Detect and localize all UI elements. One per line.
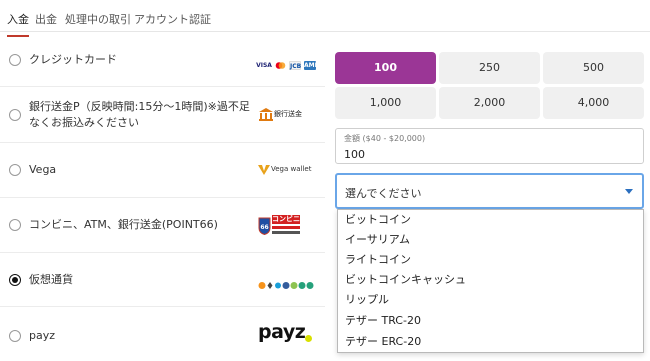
method-label: payz [29,329,56,342]
vega-v-icon [258,165,270,175]
payz-dot-icon [305,335,312,342]
amount-input-label: 金額 ($40 - $20,000) [344,134,426,143]
amount-button-250[interactable]: 250 [439,52,540,84]
deposit-tabs: 入金 出金 処理中の取引 アカウント認証 [0,0,650,37]
bank-transfer-logo: 銀行送金 [259,108,302,122]
option-bitcoin-cash[interactable]: ビットコインキャッシュ [338,270,643,290]
option-tether-erc20[interactable]: テザー ERC-20 [338,332,643,352]
method-label: コンビニ、ATM、銀行送金(POINT66) [29,218,218,231]
currency-dropdown: ビットコイン イーサリアム ライトコイン ビットコインキャッシュ リップル テザ… [337,209,644,353]
radio-credit-card[interactable] [9,54,21,66]
tab-pending-transactions[interactable]: 処理中の取引 [65,11,131,27]
method-crypto[interactable]: 仮想通貨 [0,253,325,307]
amount-button-1000[interactable]: 1,000 [335,87,436,119]
amount-button-100[interactable]: 100 [335,52,436,84]
amount-input[interactable]: 金額 ($40 - $20,000) 100 [335,128,644,164]
amount-button-500[interactable]: 500 [543,52,644,84]
radio-crypto[interactable] [9,274,21,286]
method-label: クレジットカード [29,53,117,66]
tab-withdraw[interactable]: 出金 [35,11,57,27]
method-label: 仮想通貨 [29,273,73,286]
radio-payz[interactable] [9,330,21,342]
convenience-store-logo: 66 コンビニ [258,215,300,237]
svg-text:66: 66 [260,224,268,231]
currency-select-value: 選んでください [345,187,422,200]
method-vega[interactable]: Vega Vega wallet [0,143,325,198]
radio-convenience-store[interactable] [9,219,21,231]
amex-logo: AMEX [304,61,324,70]
vega-wallet-logo: Vega wallet [258,164,316,176]
option-tether-trc20[interactable]: テザー TRC-20 [338,311,643,331]
amount-input-value[interactable]: 100 [344,148,365,161]
route66-shield-icon: 66 [258,217,271,235]
payz-logo: payz [258,321,316,345]
bank-building-icon [259,108,273,121]
method-convenience-store[interactable]: コンビニ、ATM、銀行送金(POINT66) 66 コンビニ [0,198,325,253]
method-bank-transfer[interactable]: 銀行送金P（反映時間:15分～1時間)※過不足なくお振込みください 銀行送金 [0,87,325,143]
crypto-coins-icon [258,275,314,289]
option-ethereum[interactable]: イーサリアム [338,230,643,250]
currency-select[interactable]: 選んでください [335,173,644,209]
chevron-down-icon[interactable] [625,189,633,194]
amount-button-2000[interactable]: 2,000 [439,87,540,119]
jcb-logo: JCB [289,61,302,70]
option-bitcoin[interactable]: ビットコイン [338,210,643,230]
mastercard-logo [275,61,286,70]
method-label: 銀行送金P（反映時間:15分～1時間)※過不足なくお振込みください [29,100,250,129]
tab-deposit[interactable]: 入金 [7,11,29,37]
radio-bank-transfer[interactable] [9,109,21,121]
amount-button-4000[interactable]: 4,000 [543,87,644,119]
option-litecoin[interactable]: ライトコイン [338,250,643,270]
visa-logo: VISA [256,61,272,70]
tab-account-verification[interactable]: アカウント認証 [134,11,211,27]
method-payz[interactable]: payz payz [0,307,325,361]
credit-card-logos-icon: VISA JCB AMEX [256,55,324,74]
method-credit-card[interactable]: クレジットカード VISA JCB AMEX [0,33,325,87]
method-label: Vega [29,163,57,176]
option-ripple[interactable]: リップル [338,290,643,310]
radio-vega[interactable] [9,164,21,176]
